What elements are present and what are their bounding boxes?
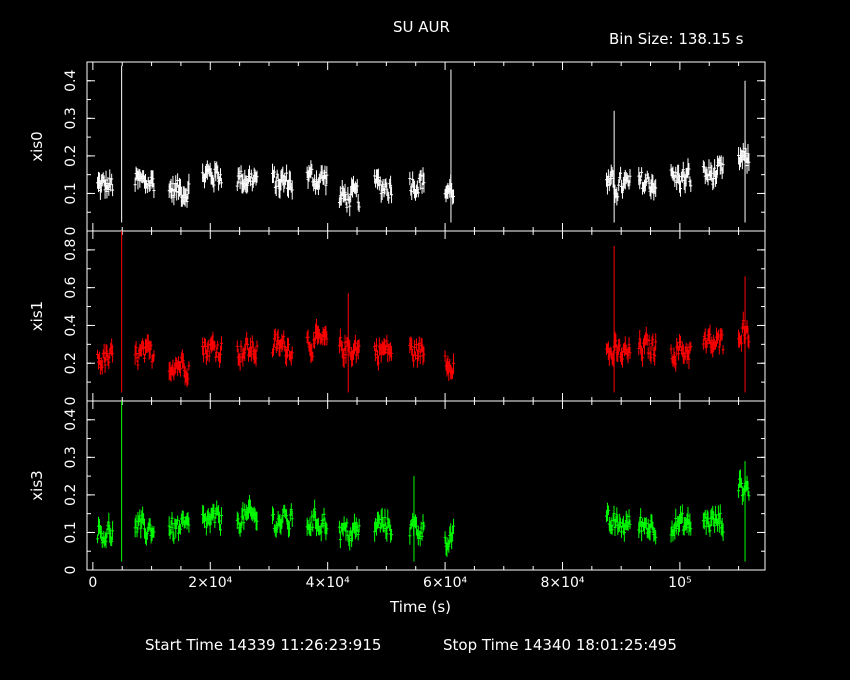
y-tick-label: 0 xyxy=(63,566,79,575)
y-tick-label: 0 xyxy=(63,227,79,236)
x-tick-label: 6×10⁴ xyxy=(423,575,467,591)
y-tick-label: 0.4 xyxy=(63,314,79,336)
y-tick-label: 0.8 xyxy=(63,239,79,261)
y-tick-label: 0.3 xyxy=(63,107,79,129)
start-time-label: Start Time 14339 11:26:23:915 xyxy=(145,636,382,654)
y-tick-label: 0.4 xyxy=(63,409,79,431)
panel-frame-xis0 xyxy=(86,61,766,232)
y-tick-label: 0.1 xyxy=(63,521,79,543)
y-axis-label-xis0: xis0 xyxy=(28,131,46,161)
x-tick-label: 2×10⁴ xyxy=(188,575,232,591)
light-curve-plot: 0 0.1 0.2 0.3 0.4 xis0 0 0.2 0.4 0.6 0.8 xis1 0 0.1 0.… xyxy=(28,61,766,591)
bin-size-label: Bin Size: 138.15 s xyxy=(609,30,744,48)
x-tick-label: 8×10⁴ xyxy=(540,575,584,591)
y-tick-label: 0.1 xyxy=(63,182,79,204)
y-axis-label-xis3: xis3 xyxy=(28,470,46,500)
x-axis-label: Time (s) xyxy=(390,598,451,616)
y-axis-label-xis1: xis1 xyxy=(28,301,46,331)
y-tick-label: 0.2 xyxy=(63,484,79,506)
y-tick-label: 0.3 xyxy=(63,446,79,468)
y-tick-label: 0 xyxy=(63,397,79,406)
x-tick-label: 4×10⁴ xyxy=(306,575,350,591)
chart-title: SU AUR xyxy=(393,18,450,36)
y-tick-label: 0.4 xyxy=(63,70,79,92)
x-tick-label: 0 xyxy=(88,575,97,591)
y-tick-label: 0.6 xyxy=(63,276,79,298)
stop-time-label: Stop Time 14340 18:01:25:495 xyxy=(443,636,677,654)
x-tick-label: 10⁵ xyxy=(668,575,691,591)
y-tick-label: 0.2 xyxy=(63,352,79,374)
panel-frame-xis1 xyxy=(86,230,766,402)
y-tick-label: 0.2 xyxy=(63,145,79,167)
panel-frame-xis3 xyxy=(86,400,766,571)
